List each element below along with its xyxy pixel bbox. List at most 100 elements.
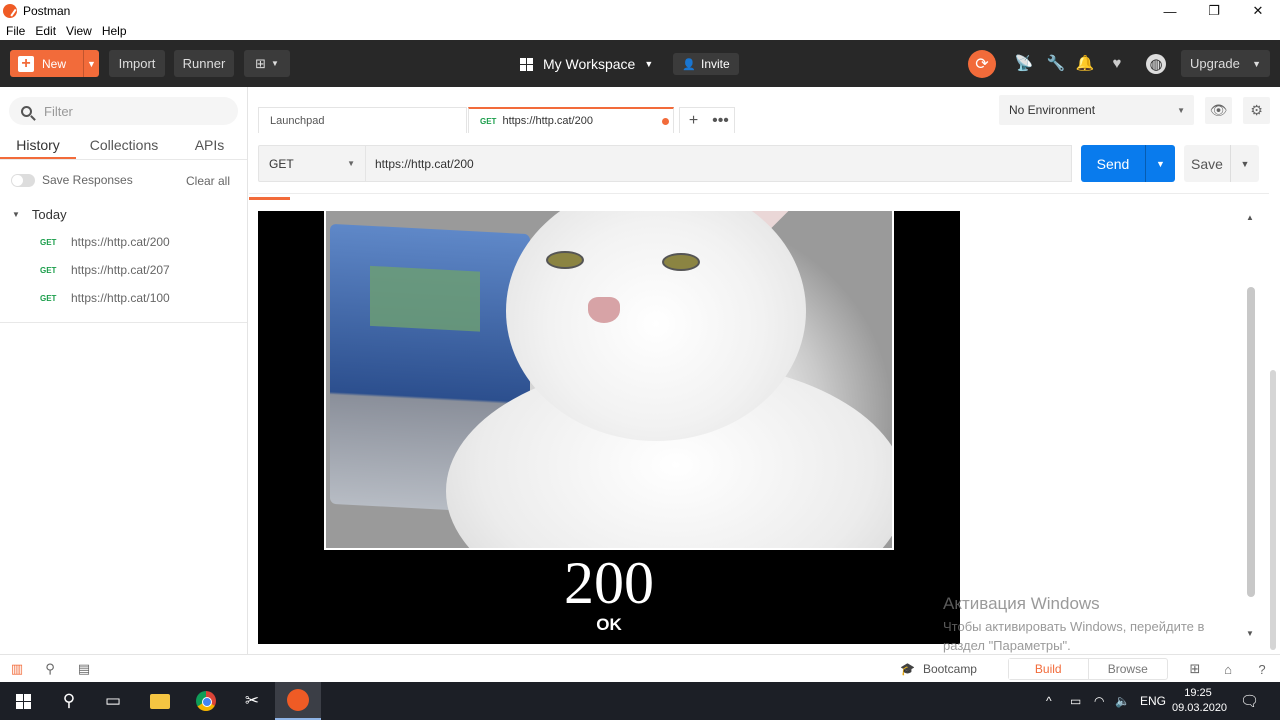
wifi-icon[interactable]: ◠ <box>1094 682 1104 720</box>
tab-collections[interactable]: Collections <box>76 132 172 159</box>
method-tag: GET <box>40 237 57 247</box>
menu-edit[interactable]: Edit <box>30 24 61 38</box>
search-icon[interactable]: ⚲ <box>46 682 92 720</box>
history-item[interactable]: GET https://http.cat/100 <box>0 284 247 312</box>
history-group-today[interactable]: ▼ Today <box>12 207 67 222</box>
battery-icon[interactable]: ▭ <box>1070 682 1081 720</box>
avatar[interactable]: ◍ <box>1146 54 1166 74</box>
close-button[interactable]: ✕ <box>1236 0 1280 22</box>
bell-icon[interactable]: 🔔 <box>1076 54 1095 72</box>
tab-apis[interactable]: APIs <box>172 132 247 159</box>
chrome-icon[interactable] <box>183 682 229 720</box>
cat-eye-shape <box>662 253 700 271</box>
activation-message: Чтобы активировать Windows, перейдите в … <box>943 619 1205 653</box>
wrench-icon[interactable]: 🔧 <box>1047 54 1066 72</box>
heart-icon[interactable]: ♥ <box>1108 54 1126 72</box>
eye-icon[interactable]: 👁 <box>1205 97 1232 124</box>
clock[interactable]: 19:25 09.03.2020 <box>1172 686 1227 716</box>
header-toolbar: + New ▼ Import Runner ⊞ ▼ My Workspace ▼… <box>0 40 1280 87</box>
start-button[interactable] <box>0 682 46 720</box>
volume-icon[interactable]: 🔈 <box>1115 682 1130 720</box>
import-button[interactable]: Import <box>109 50 165 77</box>
history-item[interactable]: GET https://http.cat/207 <box>0 256 247 284</box>
postman-taskbar-icon[interactable] <box>275 682 321 720</box>
restore-button[interactable]: ❐ <box>1192 0 1236 22</box>
find-icon[interactable]: ⚲ <box>42 661 58 677</box>
status-text: OK <box>596 615 622 634</box>
more-options-icon[interactable]: ••• <box>707 108 734 133</box>
build-tab[interactable]: Build <box>1009 659 1089 679</box>
status-code: 200 <box>564 550 654 616</box>
title-bar: Postman — ❐ ✕ <box>0 0 1280 22</box>
sync-icon[interactable]: ⟳ <box>968 50 996 78</box>
new-window-icon: ⊞ <box>255 55 266 71</box>
menu-file[interactable]: File <box>0 24 30 38</box>
notifications-icon[interactable]: 🗨 <box>1240 682 1259 720</box>
new-dropdown-caret-icon[interactable]: ▼ <box>84 50 99 77</box>
cat-nose-shape <box>588 297 620 323</box>
tab-history[interactable]: History <box>0 132 76 159</box>
menu-help[interactable]: Help <box>97 24 132 38</box>
runner-button[interactable]: Runner <box>174 50 234 77</box>
menu-bar: File Edit View Help <box>0 22 1280 40</box>
url-input[interactable]: https://http.cat/200 <box>366 145 1072 182</box>
response-scrollbar[interactable]: ▲ ▼ <box>1244 213 1257 641</box>
add-tab-icon[interactable]: + <box>680 108 707 133</box>
file-explorer-icon[interactable] <box>137 682 183 720</box>
new-button[interactable]: + New ▼ <box>10 50 99 77</box>
trash-icon[interactable]: ⌂ <box>1220 661 1236 677</box>
toggle-switch[interactable] <box>11 173 35 187</box>
method-tag: GET <box>40 293 57 303</box>
window-scrollbar[interactable] <box>1270 370 1276 650</box>
snipping-tool-icon[interactable]: ✂ <box>229 682 275 720</box>
clock-time: 19:25 <box>1184 687 1212 699</box>
method-select[interactable]: GET ▼ <box>258 145 366 182</box>
environment-select[interactable]: No Environment ▼ <box>999 95 1194 125</box>
sidebar-toggle-icon[interactable]: ▥ <box>9 661 25 677</box>
menu-view[interactable]: View <box>61 24 97 38</box>
console-icon[interactable]: ▤ <box>76 661 92 677</box>
send-dropdown-icon[interactable]: ▼ <box>1146 145 1175 182</box>
browse-tab[interactable]: Browse <box>1089 659 1168 679</box>
gear-icon[interactable]: ⚙ <box>1243 97 1270 124</box>
new-window-button[interactable]: ⊞ ▼ <box>244 50 290 77</box>
upgrade-button[interactable]: Upgrade ▼ <box>1181 50 1270 77</box>
satellite-icon[interactable]: 📡 <box>1015 54 1034 72</box>
cat-eye-shape <box>546 251 584 269</box>
send-button[interactable]: Send ▼ <box>1081 145 1175 182</box>
method-label: GET <box>269 156 294 171</box>
method-tag: GET <box>40 265 57 275</box>
clear-all-link[interactable]: Clear all <box>186 174 230 188</box>
status-bar: ▥ ⚲ ▤ 🎓 Bootcamp Build Browse ⊞ ⌂ ? <box>0 654 1280 682</box>
person-add-icon: 👤 <box>682 58 696 71</box>
filter-input[interactable]: Filter <box>9 97 238 125</box>
upgrade-label: Upgrade <box>1190 56 1240 71</box>
workspace-selector[interactable]: My Workspace ▼ <box>520 54 653 74</box>
bootcamp-link[interactable]: 🎓 Bootcamp <box>900 662 977 676</box>
tab-request-active[interactable]: GET https://http.cat/200 <box>468 107 674 133</box>
save-button[interactable]: Save ▼ <box>1184 145 1259 182</box>
history-url: https://http.cat/100 <box>71 291 170 305</box>
chevron-down-icon: ▼ <box>270 59 279 68</box>
scroll-down-icon[interactable]: ▼ <box>1246 629 1254 638</box>
tray-chevron-icon[interactable]: ^ <box>1046 682 1052 720</box>
tab-actions: + ••• <box>679 107 735 133</box>
save-responses-label: Save Responses <box>42 173 133 187</box>
workspace-label: My Workspace <box>543 56 636 72</box>
divider <box>249 193 1269 194</box>
help-icon[interactable]: ? <box>1254 661 1270 677</box>
tab-launchpad[interactable]: Launchpad <box>258 107 467 133</box>
history-group-label: Today <box>31 207 67 222</box>
minimize-button[interactable]: — <box>1148 0 1192 22</box>
save-dropdown-icon[interactable]: ▼ <box>1231 145 1259 182</box>
chevron-down-icon: ▼ <box>1252 58 1261 69</box>
save-responses-toggle[interactable]: Save Responses <box>11 173 133 187</box>
two-pane-icon[interactable]: ⊞ <box>1187 661 1203 677</box>
scroll-thumb[interactable] <box>1247 287 1255 597</box>
language-indicator[interactable]: ENG <box>1140 682 1166 720</box>
scroll-up-icon[interactable]: ▲ <box>1246 213 1254 222</box>
invite-button[interactable]: 👤 Invite <box>673 53 739 75</box>
task-view-icon[interactable]: ▭ <box>90 682 136 720</box>
history-item[interactable]: GET https://http.cat/200 <box>0 228 247 256</box>
loading-bar <box>249 197 290 200</box>
